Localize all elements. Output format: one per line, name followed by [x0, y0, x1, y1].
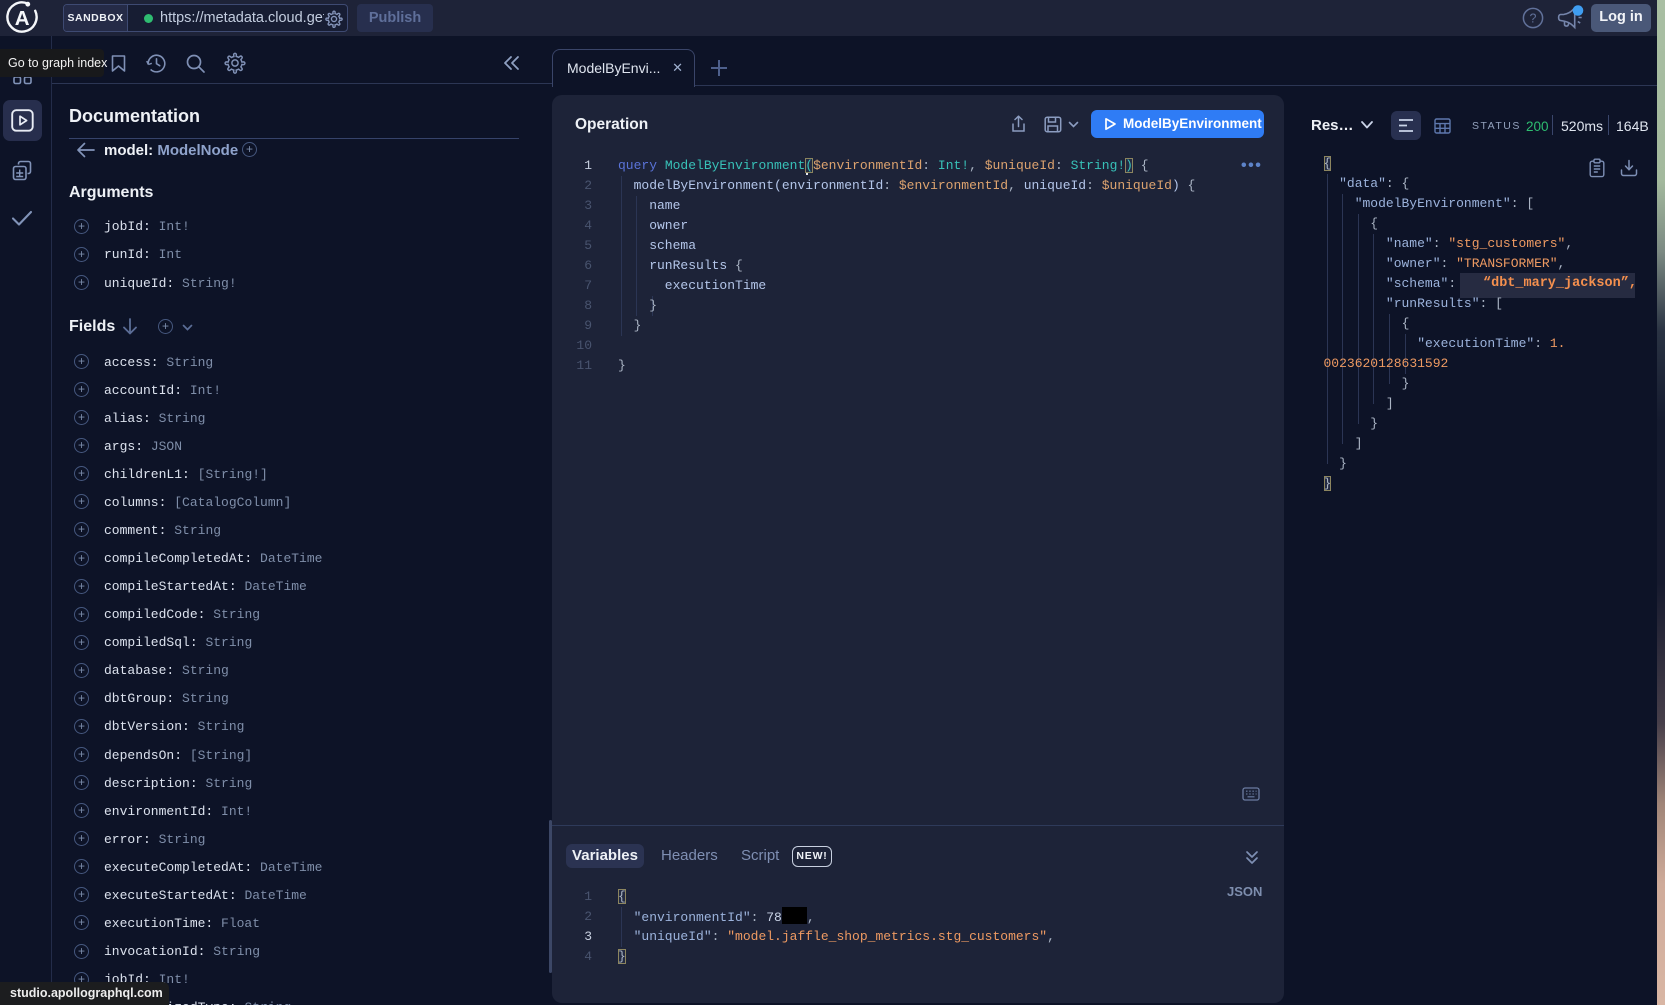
- svg-text:?: ?: [1530, 12, 1537, 26]
- svg-text:A: A: [15, 7, 30, 30]
